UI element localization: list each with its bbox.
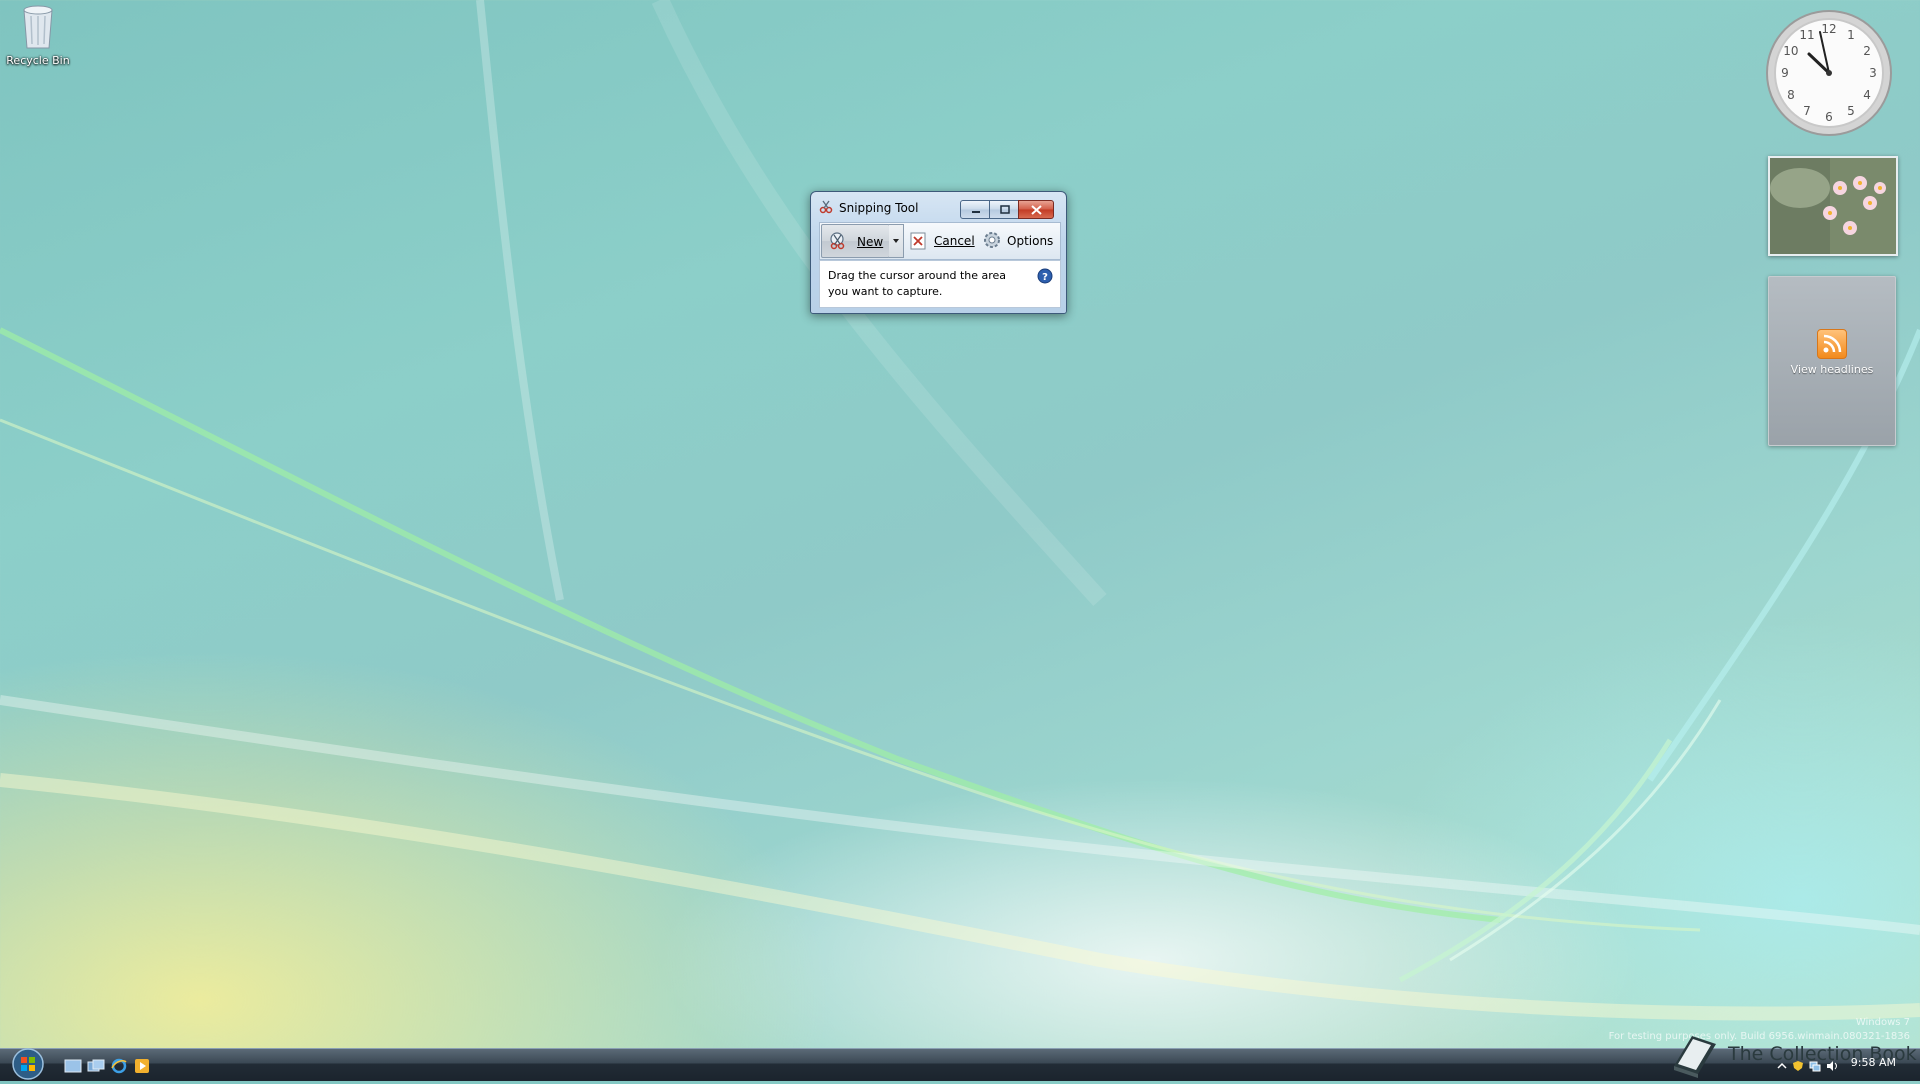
- security-shield-icon[interactable]: [1792, 1060, 1804, 1072]
- clock-numeral: 11: [1799, 28, 1814, 42]
- new-label: New: [857, 235, 884, 249]
- slideshow-gadget[interactable]: [1768, 156, 1898, 256]
- new-snip-button[interactable]: New: [821, 224, 890, 258]
- build-os-name: Windows 7: [1855, 1017, 1910, 1028]
- clock-face: 12 12 3 45678 9 1011: [1766, 10, 1892, 136]
- windows-orb-icon: [12, 1048, 44, 1080]
- new-snip-icon: [828, 231, 850, 251]
- clock-numeral: 3: [1869, 66, 1877, 80]
- instruction-panel: Drag the cursor around the area you want…: [819, 260, 1061, 308]
- snipping-tool-window: Snipping Tool New Cancel Options Drag th…: [810, 191, 1067, 314]
- maximize-button[interactable]: [989, 200, 1020, 219]
- maximize-icon: [990, 201, 1019, 218]
- clock-gadget[interactable]: 12 1 2 3 4 5 6 7 8 9 10 11: [1764, 8, 1894, 138]
- cancel-label: Cancel: [934, 234, 975, 248]
- clock-numeral: 8: [1787, 88, 1795, 102]
- clock-numeral: 12: [1821, 22, 1836, 36]
- minimize-button[interactable]: [960, 200, 991, 219]
- recycle-bin-label: Recycle Bin: [6, 54, 70, 67]
- options-label: Options: [1007, 234, 1054, 248]
- close-icon: [1019, 201, 1053, 218]
- clock-numeral: 1: [1847, 28, 1855, 42]
- scissors-icon: [819, 200, 833, 214]
- instruction-line-1: Drag the cursor around the area: [828, 269, 1007, 282]
- network-icon[interactable]: [1809, 1060, 1821, 1072]
- cancel-icon: [910, 232, 926, 250]
- recycle-bin-desktop-icon[interactable]: Recycle Bin: [4, 2, 72, 67]
- show-hidden-icons-icon[interactable]: [1776, 1060, 1788, 1072]
- instruction-line-2: you want to capture.: [828, 285, 943, 298]
- view-headlines-link[interactable]: View headlines: [1769, 363, 1895, 376]
- svg-text:?: ?: [1042, 272, 1048, 283]
- help-icon[interactable]: ?: [1037, 268, 1053, 284]
- minimize-icon: [961, 201, 990, 218]
- start-button[interactable]: [8, 1047, 48, 1081]
- taskbar-clock[interactable]: 9:58 AM: [1851, 1056, 1896, 1069]
- internet-explorer-icon[interactable]: [110, 1058, 128, 1074]
- clock-numeral: 4: [1863, 88, 1871, 102]
- media-player-icon[interactable]: [133, 1058, 151, 1074]
- options-button[interactable]: Options: [980, 224, 1058, 256]
- flower-photo: [1770, 158, 1896, 254]
- clock-numeral: 2: [1863, 44, 1871, 58]
- instruction-text: Drag the cursor around the area you want…: [828, 268, 1023, 300]
- cancel-button[interactable]: Cancel: [908, 224, 976, 256]
- rss-feed-icon: [1817, 329, 1847, 359]
- clock-numeral: 9: [1781, 66, 1789, 80]
- clock-numeral: 5: [1847, 104, 1855, 118]
- clock-numeral: 7: [1803, 104, 1811, 118]
- chevron-down-icon: [893, 239, 899, 243]
- toolbar: New Cancel Options: [819, 222, 1061, 260]
- recycle-bin-icon: [18, 2, 58, 52]
- desktop-wallpaper: [0, 0, 1920, 1021]
- volume-icon[interactable]: [1826, 1060, 1838, 1072]
- close-button[interactable]: [1018, 200, 1054, 219]
- show-desktop-icon[interactable]: [64, 1058, 82, 1074]
- clock-numeral: 6: [1825, 110, 1833, 124]
- book-icon: [1674, 1036, 1716, 1078]
- new-snip-dropdown[interactable]: [889, 224, 904, 258]
- gear-icon: [982, 230, 1002, 250]
- taskbar: [0, 1048, 1920, 1081]
- title-bar[interactable]: Snipping Tool: [811, 192, 1066, 220]
- switch-windows-icon[interactable]: [87, 1058, 105, 1074]
- window-title: Snipping Tool: [839, 201, 919, 215]
- clock-numeral: 10: [1783, 44, 1798, 58]
- feed-headlines-gadget[interactable]: View headlines: [1768, 276, 1896, 446]
